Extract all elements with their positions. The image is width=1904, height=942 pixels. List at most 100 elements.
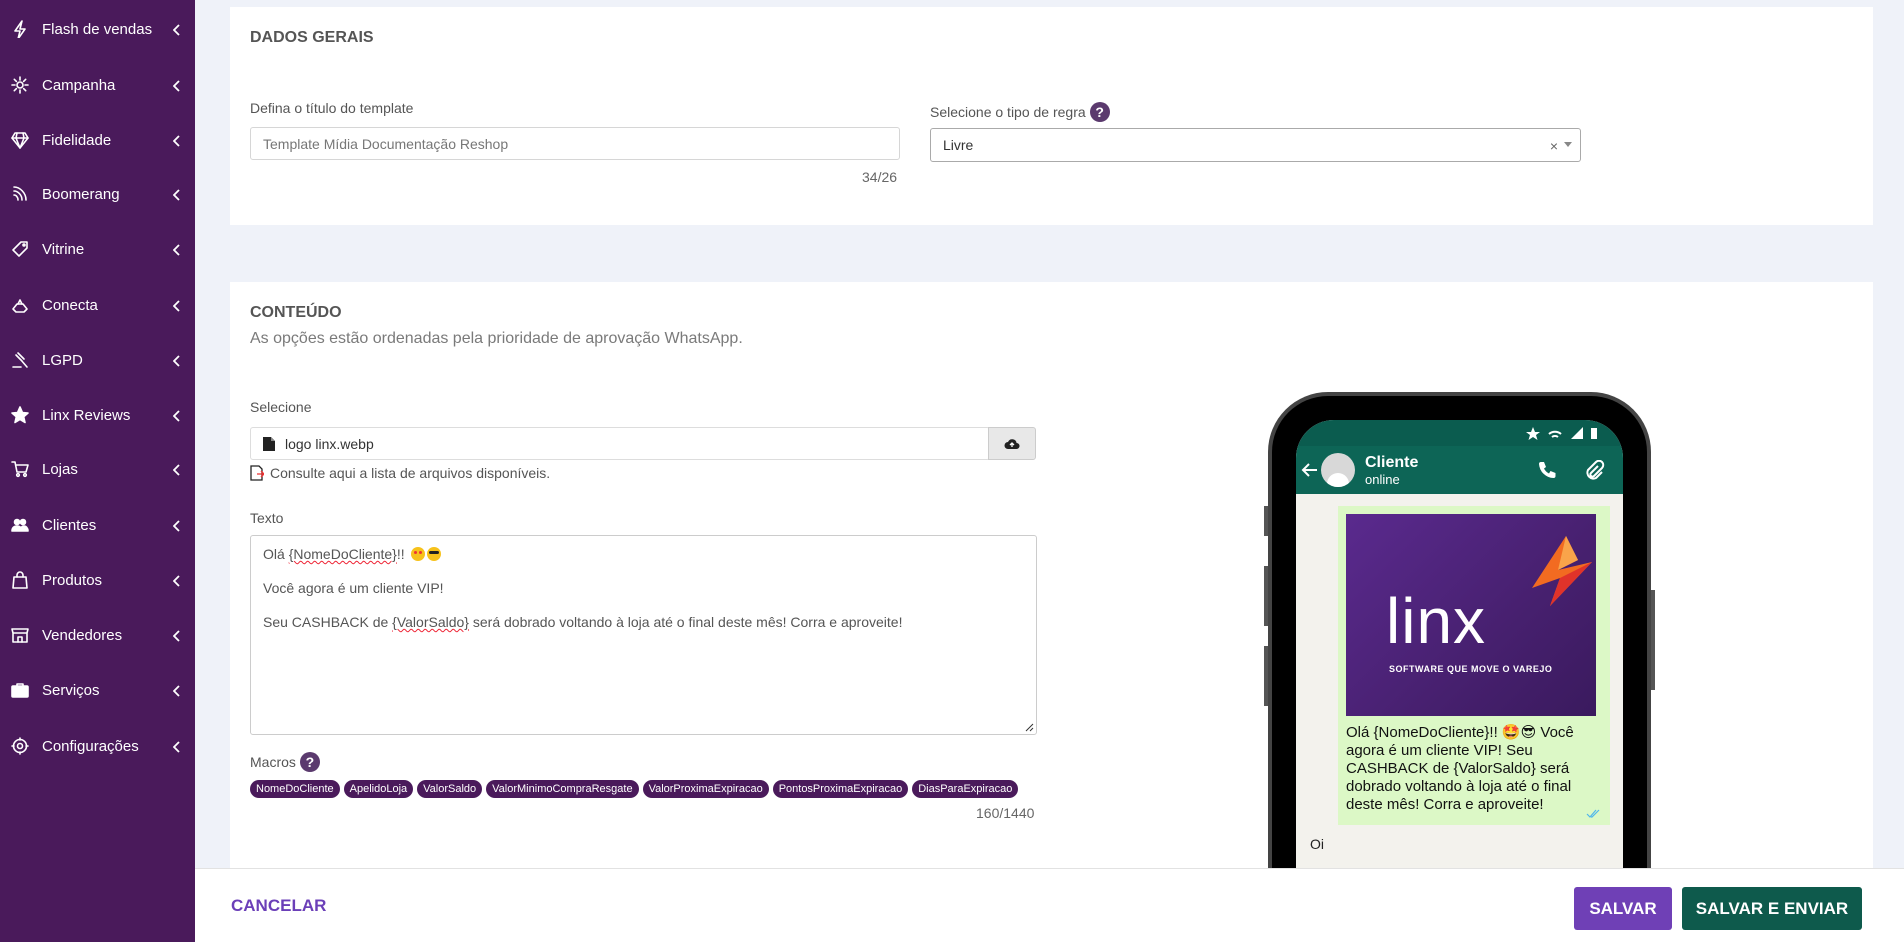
sidebar-item-label: Serviços: [42, 681, 100, 699]
sidebar-item-configuracoes[interactable]: Configurações: [0, 726, 195, 766]
template-title-value: Template Mídia Documentação Reshop: [263, 135, 509, 152]
reply-message: Oi: [1310, 836, 1324, 852]
dados-gerais-card: DADOS GERAIS Defina o título do template…: [230, 7, 1873, 225]
sidebar-item-produtos[interactable]: Produtos: [0, 560, 195, 600]
macro-chip[interactable]: DiasParaExpiracao: [912, 780, 1019, 798]
tag-icon: [10, 239, 30, 259]
text-counter: 160/1440: [976, 805, 1035, 821]
macro-chip[interactable]: ValorSaldo: [417, 780, 483, 798]
bag-icon: [10, 570, 30, 590]
sidebar-item-label: Boomerang: [42, 185, 120, 203]
lightning-icon: [10, 19, 30, 39]
save-and-send-button[interactable]: SALVAR E ENVIAR: [1682, 887, 1862, 930]
chevron-left-icon: [172, 684, 181, 697]
sidebar-item-servicos[interactable]: Serviços: [0, 670, 195, 710]
boomerang-icon: [10, 184, 30, 204]
chevron-left-icon: [172, 519, 181, 532]
section-title-dados-gerais: DADOS GERAIS: [250, 29, 374, 46]
avatar: [1321, 453, 1355, 487]
sidebar-item-linx-reviews[interactable]: Linx Reviews: [0, 395, 195, 435]
upload-button[interactable]: [988, 427, 1036, 460]
chevron-left-icon: [172, 243, 181, 256]
gear-icon: [10, 75, 30, 95]
macro-chip[interactable]: ValorProximaExpiracao: [642, 780, 769, 798]
double-check-icon: [1586, 809, 1600, 818]
sidebar: Flash de vendas Campanha Fidelidade Boomera…: [0, 0, 195, 942]
text-line3-macro: {ValorSaldo}: [392, 614, 469, 630]
sidebar-item-vitrine[interactable]: Vitrine: [0, 229, 195, 269]
contact-info: Cliente online: [1365, 454, 1418, 487]
sidebar-item-clientes[interactable]: Clientes: [0, 505, 195, 545]
sidebar-item-label: LGPD: [42, 351, 83, 369]
phone-call-icon[interactable]: [1537, 460, 1557, 480]
resize-handle-icon[interactable]: [1024, 722, 1034, 732]
consult-files-link[interactable]: Consulte aqui a lista de arquivos dispon…: [250, 465, 550, 481]
phone-screen: Cliente online linx SOFTWARE QUE MOVE O …: [1296, 420, 1623, 912]
template-title-input[interactable]: Template Mídia Documentação Reshop: [250, 127, 900, 160]
text-line1-suffix: !!: [396, 546, 405, 562]
sidebar-item-label: Produtos: [42, 571, 103, 589]
consult-files-text: Consulte aqui a lista de arquivos dispon…: [270, 465, 551, 481]
sidebar-item-lojas[interactable]: Lojas: [0, 449, 195, 489]
sidebar-item-fidelidade[interactable]: Fidelidade: [0, 120, 195, 160]
cancel-button[interactable]: CANCELAR: [231, 896, 326, 916]
linx-logo-mark: [1532, 536, 1592, 606]
file-export-icon: [250, 465, 264, 481]
macro-chip[interactable]: ValorMinimoCompraResgate: [486, 780, 639, 798]
conteudo-subtitle: As opções estão ordenadas pela prioridad…: [250, 330, 743, 347]
text-line1-macro: {NomeDoCliente}: [288, 546, 397, 562]
text-line-1: Olá {NomeDoCliente}!!: [263, 546, 1024, 563]
status-icons: [1526, 427, 1597, 440]
sidebar-item-label: Clientes: [42, 516, 97, 534]
chevron-down-icon[interactable]: [1564, 142, 1572, 147]
rule-type-select[interactable]: Livre ×: [930, 128, 1581, 162]
sidebar-item-flash-de-vendas[interactable]: Flash de vendas: [0, 9, 195, 49]
help-icon[interactable]: ?: [299, 752, 320, 772]
macro-chips: NomeDoCliente ApelidoLoja ValorSaldo ValorM…: [250, 780, 1019, 798]
cloud-upload-icon: [1004, 438, 1020, 449]
message-bubble: linx SOFTWARE QUE MOVE O VAREJO Olá {Nom…: [1338, 506, 1610, 825]
macro-chip[interactable]: PontosProximaExpiracao: [772, 780, 909, 798]
users-icon: [10, 515, 30, 535]
file-select-input[interactable]: logo linx.webp: [250, 427, 990, 460]
logo-tagline: SOFTWARE QUE MOVE O VAREJO: [1389, 664, 1553, 674]
sidebar-item-label: Fidelidade: [42, 131, 112, 149]
phone-side-button: [1651, 590, 1655, 690]
star-eyes-emoji-icon: [410, 547, 425, 561]
text-label: Texto: [250, 510, 284, 526]
sidebar-item-label: Linx Reviews: [42, 406, 131, 424]
cart-icon: [10, 459, 30, 479]
macro-chip[interactable]: NomeDoCliente: [250, 780, 340, 798]
clear-icon[interactable]: ×: [1550, 138, 1558, 154]
sidebar-item-vendedores[interactable]: Vendedores: [0, 615, 195, 655]
chevron-left-icon: [172, 134, 181, 147]
sidebar-item-label: Lojas: [42, 460, 78, 478]
sidebar-item-label: Configurações: [42, 737, 139, 755]
briefcase-icon: [10, 680, 30, 700]
text-line-3: Seu CASHBACK de {ValorSaldo} será dobrad…: [263, 614, 1024, 631]
settings-icon: [10, 736, 30, 756]
phone-status-bar: [1296, 420, 1623, 446]
save-button[interactable]: SALVAR: [1574, 887, 1672, 930]
back-arrow-icon[interactable]: [1301, 461, 1319, 479]
sidebar-item-boomerang[interactable]: Boomerang: [0, 174, 195, 214]
help-icon[interactable]: ?: [1089, 102, 1110, 122]
contact-name: Cliente: [1365, 453, 1419, 471]
paperclip-icon[interactable]: [1583, 460, 1605, 482]
logo-word: linx: [1386, 585, 1487, 657]
phone-preview: Cliente online linx SOFTWARE QUE MOVE O …: [1268, 392, 1651, 912]
sidebar-item-conecta[interactable]: Conecta: [0, 285, 195, 325]
select-label: Selecione: [250, 399, 312, 415]
message-preview-text: Olá {NomeDoCliente}!! 🤩😎 Você agora é um…: [1346, 724, 1574, 813]
footer-bar: CANCELAR SALVAR SALVAR E ENVIAR: [195, 868, 1904, 942]
sidebar-item-label: Vendedores: [42, 626, 123, 644]
macros-label-text: Macros: [250, 754, 296, 770]
file-icon: [263, 436, 275, 451]
sidebar-item-lgpd[interactable]: LGPD: [0, 340, 195, 380]
chevron-left-icon: [172, 299, 181, 312]
sidebar-item-label: Vitrine: [42, 240, 85, 258]
sidebar-item-campanha[interactable]: Campanha: [0, 65, 195, 105]
macro-chip[interactable]: ApelidoLoja: [343, 780, 414, 798]
template-title-label: Defina o título do template: [250, 100, 414, 116]
message-textarea[interactable]: Olá {NomeDoCliente}!! Você agora é um cl…: [250, 535, 1037, 735]
